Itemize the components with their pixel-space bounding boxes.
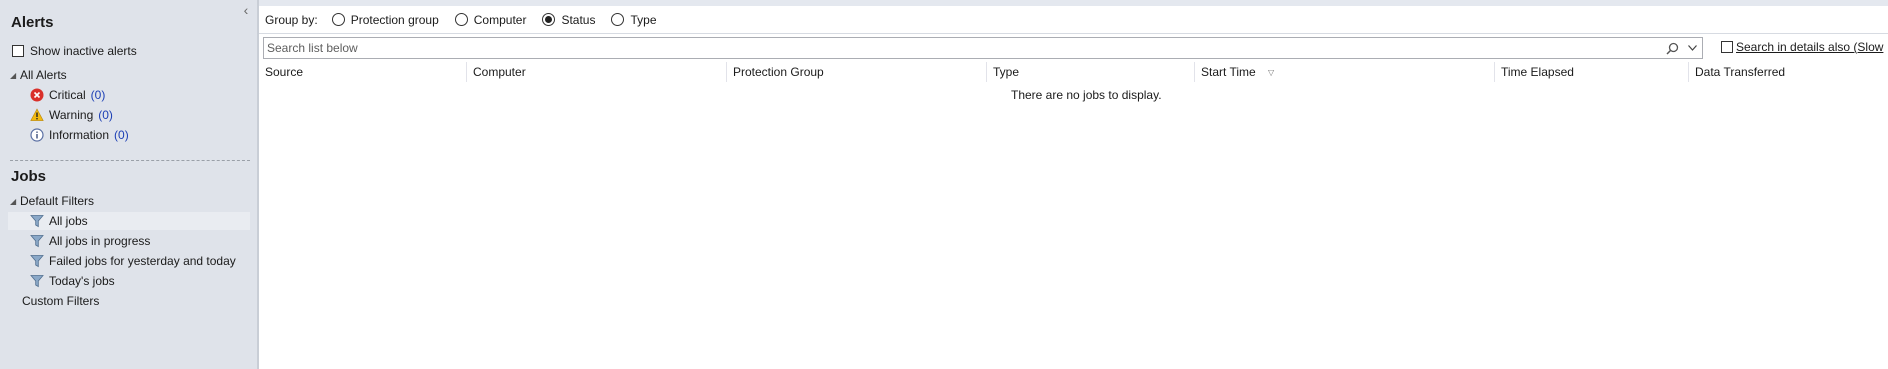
error-icon xyxy=(30,88,44,102)
jobs-section-title: Jobs xyxy=(11,168,47,185)
column-type[interactable]: Type xyxy=(987,62,1195,82)
search-box xyxy=(263,37,1703,59)
checkbox-box[interactable] xyxy=(1721,41,1733,53)
filter-icon xyxy=(30,215,44,228)
checkbox-box[interactable] xyxy=(12,45,24,57)
jobs-in-progress-label: All jobs in progress xyxy=(49,234,151,248)
search-in-details-checkbox[interactable]: Search in details also (Slow xyxy=(1721,40,1883,54)
column-time-elapsed[interactable]: Time Elapsed xyxy=(1495,62,1689,82)
radio-protection-group-label: Protection group xyxy=(350,12,439,27)
warning-label: Warning xyxy=(49,108,94,122)
radio-type-label: Type xyxy=(630,12,657,27)
default-filters-label: Default Filters xyxy=(20,194,95,208)
information-count[interactable]: (0) xyxy=(114,128,129,142)
jobs-table-header: Source Computer Protection Group Type St… xyxy=(259,62,1888,82)
expanded-arrow-icon[interactable]: ◢ xyxy=(10,197,20,206)
information-label: Information xyxy=(49,128,110,142)
critical-count[interactable]: (0) xyxy=(91,88,106,102)
tree-item-information[interactable]: Information (0) xyxy=(30,126,129,144)
warning-icon xyxy=(30,108,44,121)
radio-computer-label: Computer xyxy=(473,12,527,27)
main-content: Group by: Protection group Computer Stat… xyxy=(259,0,1888,369)
all-jobs-label: All jobs xyxy=(49,214,88,228)
search-input[interactable] xyxy=(264,41,1663,55)
collapse-pane-icon[interactable]: ‹ xyxy=(238,2,254,18)
show-inactive-alerts-label: Show inactive alerts xyxy=(30,44,137,58)
expanded-arrow-icon[interactable]: ◢ xyxy=(10,71,20,80)
tree-item-todays-jobs[interactable]: Today's jobs xyxy=(30,272,115,290)
tree-item-failed-jobs[interactable]: Failed jobs for yesterday and today xyxy=(30,252,236,270)
filter-icon xyxy=(30,255,44,268)
warning-count[interactable]: (0) xyxy=(98,108,113,122)
tree-item-custom-filters[interactable]: Custom Filters xyxy=(22,292,99,310)
section-divider xyxy=(10,160,250,161)
column-protection-group[interactable]: Protection Group xyxy=(727,62,987,82)
radio-status[interactable]: Status xyxy=(542,13,595,27)
column-data-transferred[interactable]: Data Transferred xyxy=(1689,62,1888,82)
tree-item-warning[interactable]: Warning (0) xyxy=(30,106,113,124)
column-computer[interactable]: Computer xyxy=(467,62,727,82)
navigation-pane: ‹ Alerts Show inactive alerts ◢ All Aler… xyxy=(0,0,257,369)
empty-list-message: There are no jobs to display. xyxy=(1011,88,1162,102)
alerts-section-title: Alerts xyxy=(11,14,54,31)
search-in-details-label: Search in details also (Slow xyxy=(1736,40,1884,54)
info-icon xyxy=(30,128,44,142)
show-inactive-alerts-checkbox[interactable]: Show inactive alerts xyxy=(12,43,137,59)
tree-item-default-filters[interactable]: ◢ Default Filters xyxy=(10,192,94,210)
column-start-time-label: Start Time xyxy=(1201,65,1256,79)
filter-icon xyxy=(30,235,44,248)
group-by-bar: Group by: Protection group Computer Stat… xyxy=(259,6,1888,34)
all-alerts-label: All Alerts xyxy=(20,68,67,82)
tree-item-critical[interactable]: Critical (0) xyxy=(30,86,105,104)
radio-button-icon[interactable] xyxy=(331,13,345,26)
column-start-time[interactable]: Start Time ▽ xyxy=(1195,62,1495,82)
radio-button-selected-icon[interactable] xyxy=(542,13,556,26)
radio-type[interactable]: Type xyxy=(611,12,657,27)
radio-button-icon[interactable] xyxy=(611,13,625,26)
sort-descending-icon: ▽ xyxy=(1268,68,1275,77)
radio-protection-group[interactable]: Protection group xyxy=(331,12,439,27)
group-by-label: Group by: xyxy=(265,12,318,27)
radio-button-icon[interactable] xyxy=(454,13,468,26)
filter-icon xyxy=(30,275,44,288)
column-source[interactable]: Source xyxy=(259,62,467,82)
tree-item-all-alerts[interactable]: ◢ All Alerts xyxy=(10,66,67,84)
tree-item-jobs-in-progress[interactable]: All jobs in progress xyxy=(30,232,150,250)
custom-filters-label: Custom Filters xyxy=(22,294,100,308)
critical-label: Critical xyxy=(49,88,86,102)
radio-computer[interactable]: Computer xyxy=(454,12,527,27)
todays-jobs-label: Today's jobs xyxy=(49,274,115,288)
search-icon[interactable] xyxy=(1663,39,1681,57)
tree-item-all-jobs[interactable]: All jobs xyxy=(8,212,250,230)
failed-jobs-label: Failed jobs for yesterday and today xyxy=(49,254,236,268)
chevron-down-icon[interactable] xyxy=(1685,39,1699,57)
radio-status-label: Status xyxy=(561,12,596,27)
